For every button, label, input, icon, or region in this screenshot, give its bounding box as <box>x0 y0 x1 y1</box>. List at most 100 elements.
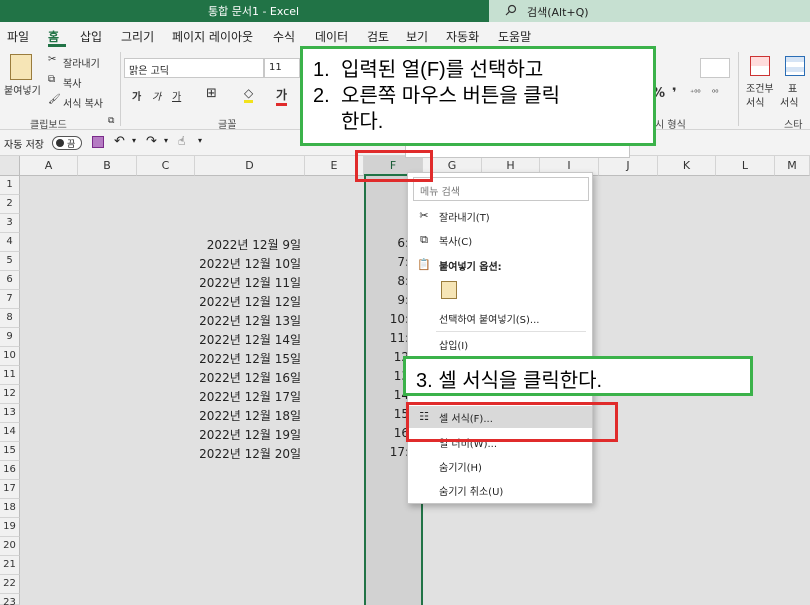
row-header[interactable]: 5 <box>0 252 20 271</box>
row-header[interactable]: 10 <box>0 347 20 366</box>
cell-f5[interactable]: 7: <box>364 253 409 272</box>
decrease-decimal-icon[interactable]: ⁰⁰ <box>712 88 718 97</box>
font-size-select[interactable]: 11 <box>264 58 300 78</box>
cell-d11[interactable]: 2022년 12월 16일 <box>195 367 305 386</box>
row-header[interactable]: 9 <box>0 328 20 347</box>
menu-item-copy[interactable]: ⧉ 복사(C) <box>408 229 592 251</box>
row-header[interactable]: 12 <box>0 385 20 404</box>
bold-icon[interactable]: 가 <box>132 88 141 103</box>
tab-automate[interactable]: 자동화 <box>446 28 479 45</box>
menu-item-hide[interactable]: 숨기기(H) <box>408 455 592 477</box>
tab-home[interactable]: 홈 <box>48 28 59 45</box>
cell-d6[interactable]: 2022년 12월 11일 <box>195 272 305 291</box>
font-color-icon[interactable]: 가 <box>276 86 288 106</box>
search-box[interactable]: 검색(Alt+Q) <box>489 0 810 22</box>
fill-color-icon[interactable]: ◇ <box>244 86 254 103</box>
cell-f14[interactable]: 16 <box>364 424 409 443</box>
customize-qat-icon[interactable]: ▾ <box>198 136 202 145</box>
comma-icon[interactable]: ❜ <box>672 86 677 101</box>
cell-d12[interactable]: 2022년 12월 17일 <box>195 386 305 405</box>
cell-f13[interactable]: 15 <box>364 405 409 424</box>
save-icon[interactable] <box>92 136 104 148</box>
row-header[interactable]: 18 <box>0 499 20 518</box>
cell-d7[interactable]: 2022년 12월 12일 <box>195 291 305 310</box>
row-header[interactable]: 3 <box>0 214 20 233</box>
cell-d8[interactable]: 2022년 12월 13일 <box>195 310 305 329</box>
font-name-select[interactable]: 맑은 고딕 <box>124 58 264 78</box>
row-header[interactable]: 21 <box>0 556 20 575</box>
tab-data[interactable]: 데이터 <box>315 28 348 45</box>
column-header-c[interactable]: C <box>137 156 195 176</box>
column-header-k[interactable]: K <box>658 156 716 176</box>
tab-file[interactable]: 파일 <box>7 28 29 45</box>
row-header[interactable]: 2 <box>0 195 20 214</box>
border-icon[interactable]: ⊞ <box>206 86 217 101</box>
autosave-toggle[interactable]: 끔 <box>52 136 82 150</box>
cell-f9[interactable]: 11: <box>364 329 409 348</box>
tab-view[interactable]: 보기 <box>406 28 428 45</box>
row-header[interactable]: 11 <box>0 366 20 385</box>
tab-review[interactable]: 검토 <box>367 28 389 45</box>
menu-item-cut[interactable]: ✂ 잘라내기(T) <box>408 205 592 227</box>
paste-option-icon[interactable] <box>441 281 457 299</box>
row-header[interactable]: 23 <box>0 594 20 605</box>
paste-button[interactable]: 붙여넣기 <box>4 82 41 97</box>
cell-d4[interactable]: 2022년 12월 9일 <box>195 234 305 253</box>
cell-f8[interactable]: 10: <box>364 310 409 329</box>
menu-item-insert[interactable]: 삽입(I) <box>408 333 592 355</box>
undo-dropdown-icon[interactable]: ▾ <box>132 136 136 145</box>
row-header[interactable]: 14 <box>0 423 20 442</box>
row-header[interactable]: 16 <box>0 461 20 480</box>
tab-help[interactable]: 도움말 <box>498 28 531 45</box>
number-format-select[interactable] <box>700 58 730 78</box>
row-header[interactable]: 13 <box>0 404 20 423</box>
menu-item-paste-special[interactable]: 선택하여 붙여넣기(S)... <box>408 307 592 329</box>
undo-icon[interactable]: ↶ <box>114 134 125 149</box>
tab-formulas[interactable]: 수식 <box>273 28 295 45</box>
row-header[interactable]: 15 <box>0 442 20 461</box>
touch-mode-icon[interactable]: ☝ <box>178 134 185 148</box>
cut-button[interactable]: 잘라내기 <box>63 55 100 70</box>
column-header-d[interactable]: D <box>195 156 305 176</box>
select-all-corner[interactable] <box>0 156 20 176</box>
row-header[interactable]: 7 <box>0 290 20 309</box>
copy-button[interactable]: 복사 <box>63 75 81 90</box>
dialog-launcher-icon[interactable]: ⧉ <box>108 116 114 126</box>
table-format-button[interactable]: 표 <box>788 80 797 95</box>
cell-d9[interactable]: 2022년 12월 14일 <box>195 329 305 348</box>
underline-icon[interactable]: 가 <box>172 88 181 103</box>
row-header[interactable]: 19 <box>0 518 20 537</box>
menu-item-unhide[interactable]: 숨기기 취소(U) <box>408 479 592 501</box>
row-header[interactable]: 4 <box>0 233 20 252</box>
column-header-b[interactable]: B <box>78 156 137 176</box>
italic-icon[interactable]: 가 <box>152 88 161 103</box>
cell-d10[interactable]: 2022년 12월 15일 <box>195 348 305 367</box>
row-header[interactable]: 1 <box>0 176 20 195</box>
cell-d14[interactable]: 2022년 12월 19일 <box>195 424 305 443</box>
cell-f6[interactable]: 8: <box>364 272 409 291</box>
cell-f15[interactable]: 17: <box>364 443 409 462</box>
tab-page-layout[interactable]: 페이지 레이아웃 <box>172 28 253 45</box>
increase-decimal-icon[interactable]: ⁺⁰⁰ <box>690 88 701 97</box>
redo-icon[interactable]: ↷ <box>146 134 157 149</box>
menu-search-input[interactable]: 메뉴 검색 <box>413 177 589 201</box>
row-header[interactable]: 17 <box>0 480 20 499</box>
row-header[interactable]: 22 <box>0 575 20 594</box>
row-header[interactable]: 20 <box>0 537 20 556</box>
redo-dropdown-icon[interactable]: ▾ <box>164 136 168 145</box>
format-painter-button[interactable]: 서식 복사 <box>63 95 103 110</box>
tab-insert[interactable]: 삽입 <box>80 28 102 45</box>
cell-d15[interactable]: 2022년 12월 20일 <box>195 443 305 462</box>
conditional-format-button[interactable]: 조건부 <box>746 80 774 95</box>
cell-d5[interactable]: 2022년 12월 10일 <box>195 253 305 272</box>
cell-d13[interactable]: 2022년 12월 18일 <box>195 405 305 424</box>
tab-draw[interactable]: 그리기 <box>121 28 154 45</box>
column-header-l[interactable]: L <box>716 156 775 176</box>
row-header[interactable]: 8 <box>0 309 20 328</box>
column-header-a[interactable]: A <box>20 156 78 176</box>
cell-f4[interactable]: 6: <box>364 234 409 253</box>
cell-f7[interactable]: 9: <box>364 291 409 310</box>
column-header-m[interactable]: M <box>775 156 810 176</box>
column-header-j[interactable]: J <box>599 156 658 176</box>
row-header[interactable]: 6 <box>0 271 20 290</box>
